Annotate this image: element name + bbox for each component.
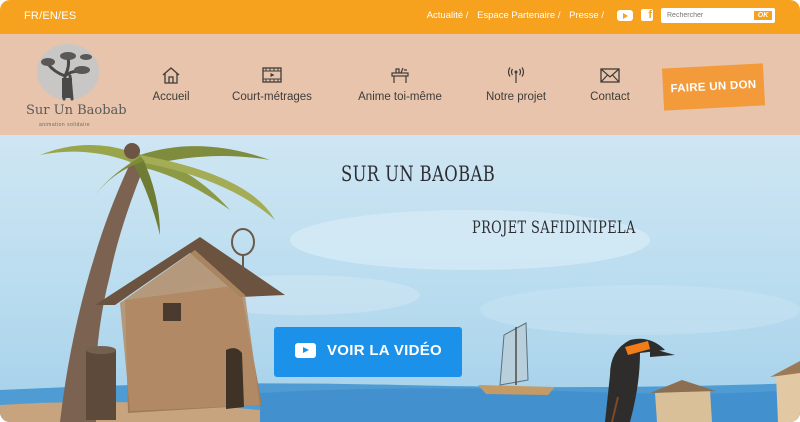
baobab-logo-icon — [37, 44, 99, 101]
lang-en[interactable]: EN — [42, 10, 58, 22]
nav-label: Notre projet — [485, 91, 547, 103]
donate-button[interactable]: FAIRE UN DON — [661, 63, 766, 111]
nav-anime-toi-meme[interactable]: Anime toi-même — [355, 66, 445, 103]
page: FR / EN / ES Actualité / Espace Partenai… — [0, 0, 800, 422]
main-nav: Sur Un Baobab animation solidaire Accuei… — [0, 34, 800, 135]
nav-accueil[interactable]: Accueil — [151, 66, 191, 103]
top-bar: FR / EN / ES Actualité / Espace Partenai… — [0, 0, 800, 34]
hero-title: SUR UN BAOBAB — [341, 162, 496, 186]
lang-es[interactable]: ES — [61, 10, 76, 22]
nav-court-metrages[interactable]: Court-métrages — [228, 66, 316, 103]
logo-tagline: animation solidaire — [39, 122, 91, 128]
envelope-icon — [600, 68, 620, 83]
lang-fr[interactable]: FR — [24, 10, 39, 22]
search-ok-button[interactable]: OK — [754, 11, 772, 20]
watch-video-label: VOIR LA VIDÉO — [327, 342, 443, 359]
watch-video-button[interactable]: VOIR LA VIDÉO — [274, 327, 462, 377]
nav-contact[interactable]: Contact — [588, 66, 632, 103]
play-icon — [295, 343, 316, 358]
top-links: Actualité / Espace Partenaire / Presse / — [421, 10, 604, 21]
link-espace-partenaire[interactable]: Espace Partenaire / — [477, 10, 560, 21]
logo-name: Sur Un Baobab — [26, 103, 127, 118]
search-input[interactable] — [667, 9, 745, 21]
home-icon — [162, 67, 180, 84]
facebook-icon[interactable]: f — [641, 9, 653, 21]
nav-label: Contact — [590, 91, 630, 103]
youtube-icon[interactable] — [617, 10, 633, 21]
hero-banner: SUR UN BAOBAB PROJET SAFIDINIPELA VOIR L… — [0, 135, 800, 422]
nav-notre-projet[interactable]: Notre projet — [483, 66, 549, 103]
workshop-icon — [391, 67, 409, 83]
link-actualite[interactable]: Actualité / — [427, 10, 469, 21]
link-presse[interactable]: Presse / — [569, 10, 604, 21]
antenna-icon — [507, 67, 525, 83]
nav-label: Anime toi-même — [358, 91, 442, 103]
hero-subtitle: PROJET SAFIDINIPELA — [472, 218, 636, 238]
language-switcher: FR / EN / ES — [24, 10, 76, 22]
nav-label: Court-métrages — [232, 91, 312, 103]
nav-label: Accueil — [152, 91, 190, 103]
site-logo[interactable]: Sur Un Baobab animation solidaire — [24, 42, 127, 130]
film-icon — [262, 67, 282, 83]
search-box: OK — [661, 8, 775, 23]
